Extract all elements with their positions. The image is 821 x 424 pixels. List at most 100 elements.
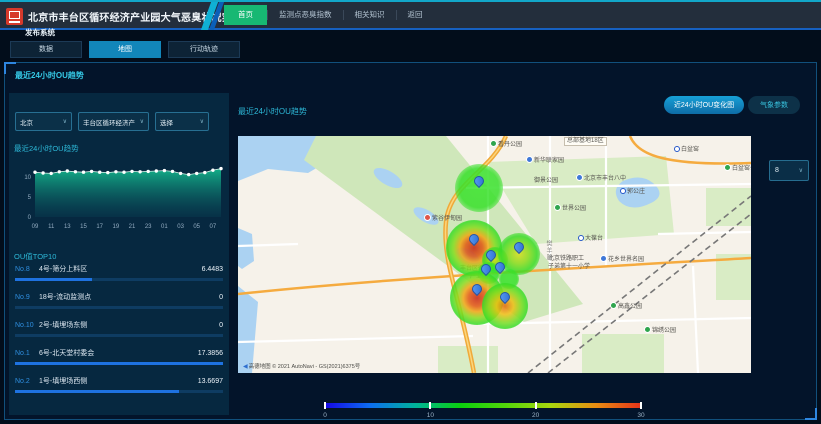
map-mode-button-2[interactable]: 气象参数 — [748, 96, 800, 114]
map-label: 北京铁路职工 — [548, 256, 584, 263]
svg-text:23: 23 — [145, 224, 152, 230]
map-label: 紫谷伊甸园 — [424, 214, 462, 223]
view-tabs: 数据地图行动轨迹 — [10, 41, 247, 58]
rank-label: No.10 — [15, 322, 39, 329]
svg-text:15: 15 — [80, 224, 87, 230]
map-label: 大葆台 — [578, 235, 603, 243]
tab-3[interactable]: 行动轨迹 — [168, 41, 240, 58]
table-row: No.102号-填埋场东侧0 — [15, 320, 223, 337]
filter-selects: 北京∨丰台区循环经济产∨选择∨ — [15, 112, 209, 131]
filter-select-2[interactable]: 丰台区循环经济产 ∨ — [78, 112, 149, 131]
main-nav: 首页监测点恶臭指数相关知识返回 — [224, 5, 434, 25]
station-name: 1号-填埋场西侧 — [39, 376, 198, 386]
map-label: 花乡世界名园 — [600, 255, 644, 264]
progress-track — [15, 362, 223, 365]
legend-tick-mark — [640, 402, 642, 409]
map-canvas[interactable]: 看丹公园 总部基地18区新华联家园御景公园 北京市丰台八中世界公园大葆台北京铁路职工… — [238, 136, 751, 373]
tab-2[interactable]: 地图 — [89, 41, 161, 58]
station-name: 2号-填埋场东侧 — [39, 320, 219, 330]
map-mode-button-1[interactable]: 近24小时OU变化图 — [664, 96, 744, 114]
filter-select-3[interactable]: 选择∨ — [155, 112, 209, 131]
map-label: 郭公庄 — [620, 188, 645, 196]
progress-track — [15, 390, 223, 393]
ou-top10-list: No.84号-筛分上料区6.4483No.918号-流动监测点0No.102号-… — [15, 264, 223, 404]
nav-item-2[interactable]: 监测点恶臭指数 — [268, 5, 343, 25]
progress-track — [15, 278, 223, 281]
table-row: No.16号-北天堂村委会17.3856 — [15, 348, 223, 365]
row-line: No.84号-筛分上料区6.4483 — [15, 264, 223, 274]
blue-poi-icon — [526, 156, 533, 163]
system-label: 发布系统 — [25, 27, 55, 38]
legend-tick-label: 10 — [427, 412, 434, 419]
progress-track — [15, 306, 223, 309]
map-label: 高鑫公园 — [610, 302, 642, 311]
nav-item-3[interactable]: 相关知识 — [344, 5, 396, 25]
left-panel: 北京∨丰台区循环经济产∨选择∨ 最近24小时OU趋势 0510091113151… — [9, 93, 229, 415]
svg-text:5: 5 — [28, 195, 32, 201]
table-row: No.918号-流动监测点0 — [15, 292, 223, 309]
select-value: 丰台区循环经济产 — [83, 117, 135, 127]
map-label: 御景公园 — [534, 178, 558, 185]
row-line: No.21号-填埋场西侧13.6697 — [15, 376, 223, 386]
ou-value: 0 — [219, 294, 223, 301]
svg-text:21: 21 — [129, 224, 136, 230]
progress-fill — [15, 362, 223, 365]
progress-fill — [15, 278, 92, 281]
select-value: 北京 — [20, 117, 33, 127]
svg-text:05: 05 — [193, 224, 200, 230]
map-label: 锦绣公园 — [644, 326, 676, 335]
tab-1[interactable]: 数据 — [10, 41, 82, 58]
row-line: No.918号-流动监测点0 — [15, 292, 223, 302]
rank-label: No.9 — [15, 294, 39, 301]
app-logo-icon — [6, 8, 23, 25]
svg-text:13: 13 — [64, 224, 71, 230]
svg-text:10: 10 — [24, 175, 31, 181]
top10-title: OU值TOP10 — [14, 251, 56, 262]
rank-label: No.2 — [15, 378, 39, 385]
map-label: 白盆窑公园 — [724, 164, 751, 173]
map-label: 世界公园 — [554, 204, 586, 213]
nav-item-4[interactable]: 返回 — [397, 5, 434, 25]
svg-text:17: 17 — [96, 224, 103, 230]
park-poi-icon — [554, 204, 561, 211]
map-label: 子弟第十一小学 — [548, 264, 590, 271]
hour-select[interactable]: 8 ∨ — [769, 160, 809, 181]
panel-corner-accent — [805, 408, 817, 420]
metro-poi-icon — [674, 146, 680, 152]
app-header: 北京市丰台区循环经济产业园大气恶臭状况实时 首页监测点恶臭指数相关知识返回 — [0, 0, 821, 30]
progress-fill — [15, 390, 179, 393]
rank-label: No.8 — [15, 266, 39, 273]
svg-text:09: 09 — [32, 224, 39, 230]
table-row: No.84号-筛分上料区6.4483 — [15, 264, 223, 281]
svg-text:01: 01 — [161, 224, 168, 230]
map-label: 总部基地18区 — [564, 137, 607, 146]
svg-text:19: 19 — [113, 224, 120, 230]
progress-track — [15, 334, 223, 337]
park-poi-icon — [644, 326, 651, 333]
row-line: No.16号-北天堂村委会17.3856 — [15, 348, 223, 358]
map-label: 新华联家园 — [526, 156, 564, 165]
park-poi-icon — [490, 140, 497, 147]
chevron-down-icon: ∨ — [140, 118, 144, 125]
legend-tick-mark — [324, 402, 326, 409]
row-line: No.102号-填埋场东侧0 — [15, 320, 223, 330]
panel-title: 最近24小时OU趋势 — [15, 70, 84, 81]
park-poi-icon — [724, 164, 731, 171]
ou-color-legend: 0102030 — [325, 401, 641, 421]
legend-tick-mark — [429, 402, 431, 409]
filter-select-1[interactable]: 北京 ∨ — [15, 112, 72, 131]
legend-tick-mark — [535, 402, 537, 409]
legend-tick-label: 30 — [637, 412, 644, 419]
chevron-down-icon: ∨ — [200, 118, 204, 125]
red-poi-icon — [424, 214, 431, 221]
map-label: 看丹公园 — [490, 140, 522, 149]
nav-item-1[interactable]: 首页 — [224, 5, 267, 25]
chevron-down-icon: ∨ — [799, 167, 803, 174]
rank-label: No.1 — [15, 350, 39, 357]
chevron-down-icon: ∨ — [63, 118, 67, 125]
ou-color-scale — [325, 403, 641, 408]
ou-trend-chart: 0510091113151719212301030507 — [9, 153, 229, 245]
blue-poi-icon — [576, 174, 583, 181]
map-label: 白盆窑 — [674, 146, 699, 154]
map-label: 北京市丰台八中 — [576, 174, 626, 183]
